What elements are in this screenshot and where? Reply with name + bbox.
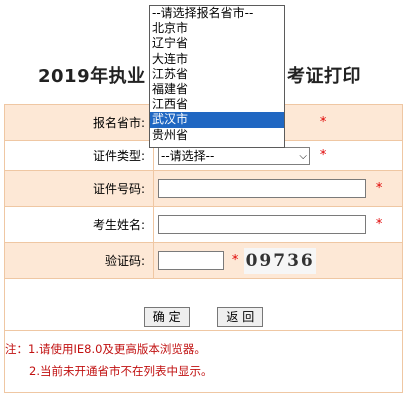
name-cell: * xyxy=(153,206,403,243)
back-button[interactable]: 返 回 xyxy=(217,306,264,327)
dropdown-option[interactable]: 北京市 xyxy=(150,21,284,36)
id-type-select-value: --请选择-- xyxy=(161,148,215,163)
dropdown-option[interactable]: 大连市 xyxy=(150,52,284,67)
dropdown-option[interactable]: 贵州省 xyxy=(150,128,284,143)
buttons-cell: 确 定 返 回 xyxy=(4,278,403,331)
id-number-label: 证件号码: xyxy=(4,170,154,207)
dropdown-option[interactable]: 福建省 xyxy=(150,82,284,97)
page-title-left: 2019年执业 xyxy=(38,66,146,87)
captcha-label: 验证码: xyxy=(4,242,154,279)
captcha-required-mark: * xyxy=(231,253,239,268)
id-number-cell: * xyxy=(153,170,403,207)
chevron-down-icon[interactable]: ⌵ xyxy=(299,149,307,165)
row-notes: 注：1.请使用IE8.0及更高版本浏览器。 2.当前未开通省市不在列表中显示。 xyxy=(4,330,403,393)
captcha-image[interactable]: 09736 xyxy=(244,247,317,274)
dropdown-option[interactable]: 江苏省 xyxy=(150,67,284,82)
id-number-required-mark: * xyxy=(375,181,383,196)
dropdown-option[interactable]: 辽宁省 xyxy=(150,36,284,51)
province-dropdown-list[interactable]: --请选择报名省市-- 北京市 辽宁省 大连市 江苏省 福建省 江西省 武汉市 … xyxy=(149,5,285,148)
note-line-1: 注：1.请使用IE8.0及更高版本浏览器。 xyxy=(5,342,206,356)
dropdown-option[interactable]: 江西省 xyxy=(150,97,284,112)
name-required-mark: * xyxy=(375,217,383,232)
name-label: 考生姓名: xyxy=(4,206,154,243)
row-buttons: 确 定 返 回 xyxy=(4,278,403,331)
confirm-button[interactable]: 确 定 xyxy=(143,306,190,327)
id-number-input[interactable] xyxy=(158,179,366,198)
note-line-2: 2.当前未开通省市不在列表中显示。 xyxy=(29,364,213,378)
row-id-number: 证件号码: * xyxy=(4,170,403,207)
captcha-input[interactable] xyxy=(158,251,224,270)
dropdown-option[interactable]: --请选择报名省市-- xyxy=(150,6,284,21)
province-label: 报名省市: xyxy=(4,104,154,141)
page-title-right: 考证打印 xyxy=(287,66,361,87)
id-type-required-mark: * xyxy=(319,148,327,163)
id-type-label: 证件类型: xyxy=(4,140,154,171)
notes-cell: 注：1.请使用IE8.0及更高版本浏览器。 2.当前未开通省市不在列表中显示。 xyxy=(4,330,403,393)
id-type-select[interactable]: --请选择-- ⌵ xyxy=(158,146,310,165)
row-name: 考生姓名: * xyxy=(4,206,403,243)
dropdown-option-selected[interactable]: 武汉市 xyxy=(150,112,284,128)
province-required-mark: * xyxy=(319,115,327,130)
name-input[interactable] xyxy=(158,215,366,234)
captcha-cell: * 09736 xyxy=(153,242,403,279)
row-captcha: 验证码: * 09736 xyxy=(4,242,403,279)
